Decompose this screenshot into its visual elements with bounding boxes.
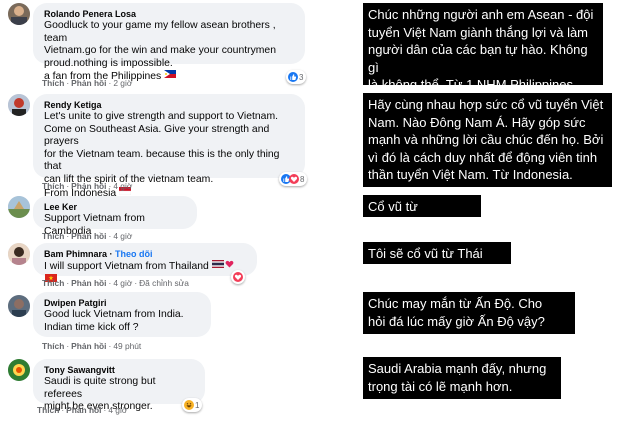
reply-link[interactable]: Phản hồi <box>71 278 106 288</box>
comment-bubble: Rolando Penera Losa Goodluck to your gam… <box>33 3 305 82</box>
avatar[interactable] <box>8 3 30 25</box>
reaction-count: 1 <box>195 400 200 410</box>
comment-time[interactable]: 4 giờ <box>113 231 132 241</box>
philippines-flag-icon <box>164 70 177 83</box>
like-link[interactable]: Thích <box>42 181 64 191</box>
comment-actions: Thích · Phản hồi · 4 giờ · Đã chỉnh sửa <box>42 278 189 288</box>
comment-text: I will support Vietnam from Thailand <box>44 261 209 273</box>
reaction-summary[interactable]: 3 <box>286 70 307 84</box>
comment-bubble: Lee Ker Support Vietnam from Cambodia <box>33 196 197 237</box>
comment-text: Goodluck to your game my fellow asean br… <box>44 20 276 83</box>
comment-bubble: Dwipen Patgiri Good luck Vietnam from In… <box>33 292 211 337</box>
like-link[interactable]: Thích <box>42 78 64 88</box>
translation-box: Cổ vũ từ Cambodia <box>363 195 481 232</box>
comment-author[interactable]: Dwipen Patgiri <box>44 297 200 309</box>
comment-actions: Thích · Phản hồi · 4 giờ <box>42 181 133 191</box>
comment-time[interactable]: 2 giờ <box>113 78 132 88</box>
reaction-count: 3 <box>299 72 304 82</box>
reply-link[interactable]: Phản hồi <box>71 78 106 88</box>
avatar[interactable] <box>8 359 30 381</box>
translation-box: Tôi sẽ cổ vũ từ Thái Lan <box>363 242 511 279</box>
comment-bubble: Bam Phimnara · Theo dõi I will support V… <box>33 243 257 282</box>
reply-link[interactable]: Phản hồi <box>66 405 101 415</box>
comment-author[interactable]: Lee Ker <box>44 201 186 213</box>
comment-actions: Thích · Phản hồi · 2 giờ <box>42 78 133 88</box>
follow-button[interactable]: Theo dõi <box>115 249 153 259</box>
translation-box: Chúc may mắn từ Ấn Độ. Cho hỏi đá lúc mấ… <box>363 292 575 334</box>
comment-text-wrap: Goodluck to your game my fellow asean br… <box>44 20 294 84</box>
comment-actions: Thích · Phản hồi · 4 giờ <box>37 405 128 415</box>
reply-link[interactable]: Phản hồi <box>71 181 106 191</box>
like-icon <box>288 72 298 82</box>
love-icon <box>289 174 299 184</box>
translation-box: Saudi Arabia mạnh đấy, nhưng trọng tài c… <box>363 357 561 399</box>
reaction-summary[interactable] <box>231 270 245 284</box>
comment-time[interactable]: 4 giờ <box>113 181 132 191</box>
thailand-flag-icon <box>211 260 224 273</box>
like-link[interactable]: Thích <box>37 405 59 415</box>
avatar[interactable] <box>8 94 30 116</box>
translation-box: Chúc những người anh em Asean - đội tuyể… <box>363 3 603 92</box>
comment-author[interactable]: Bam Phimnara <box>44 249 107 259</box>
comment-bubble: Rendy Ketiga Let's unite to give strengt… <box>33 94 305 199</box>
comment-author-row: Bam Phimnara · Theo dõi <box>44 249 153 259</box>
comment-author[interactable]: Rendy Ketiga <box>44 99 294 111</box>
love-icon <box>233 272 243 282</box>
avatar[interactable] <box>8 295 30 317</box>
like-link[interactable]: Thích <box>42 231 64 241</box>
comment-time[interactable]: 4 giờ <box>113 278 132 288</box>
comment-actions: Thích · Phản hồi · 49 phút <box>42 341 142 351</box>
haha-icon <box>184 400 194 410</box>
reaction-summary[interactable]: 8 <box>279 172 308 186</box>
comment-time[interactable]: 4 giờ <box>108 405 127 415</box>
avatar[interactable] <box>8 243 30 265</box>
comment-author[interactable]: Rolando Penera Losa <box>44 8 294 20</box>
translation-box: Hãy cùng nhau hợp sức cổ vũ tuyển Việt N… <box>363 93 612 187</box>
comment-bubble: Tony Sawangvitt Saudi is quite strong bu… <box>33 359 205 412</box>
avatar[interactable] <box>8 196 30 218</box>
comment-author[interactable]: Tony Sawangvitt <box>44 364 194 376</box>
reaction-summary[interactable]: 1 <box>182 398 203 412</box>
like-link[interactable]: Thích <box>42 278 64 288</box>
reply-link[interactable]: Phản hồi <box>71 341 106 351</box>
comment-time[interactable]: 49 phút <box>113 341 141 351</box>
reaction-count: 8 <box>300 174 305 184</box>
comment-text: Good luck Vietnam from India. Indian tim… <box>44 309 184 333</box>
comment-actions: Thích · Phản hồi · 4 giờ <box>42 231 133 241</box>
edited-label: Đã chỉnh sửa <box>139 278 189 288</box>
like-link[interactable]: Thích <box>42 341 64 351</box>
reply-link[interactable]: Phản hồi <box>71 231 106 241</box>
